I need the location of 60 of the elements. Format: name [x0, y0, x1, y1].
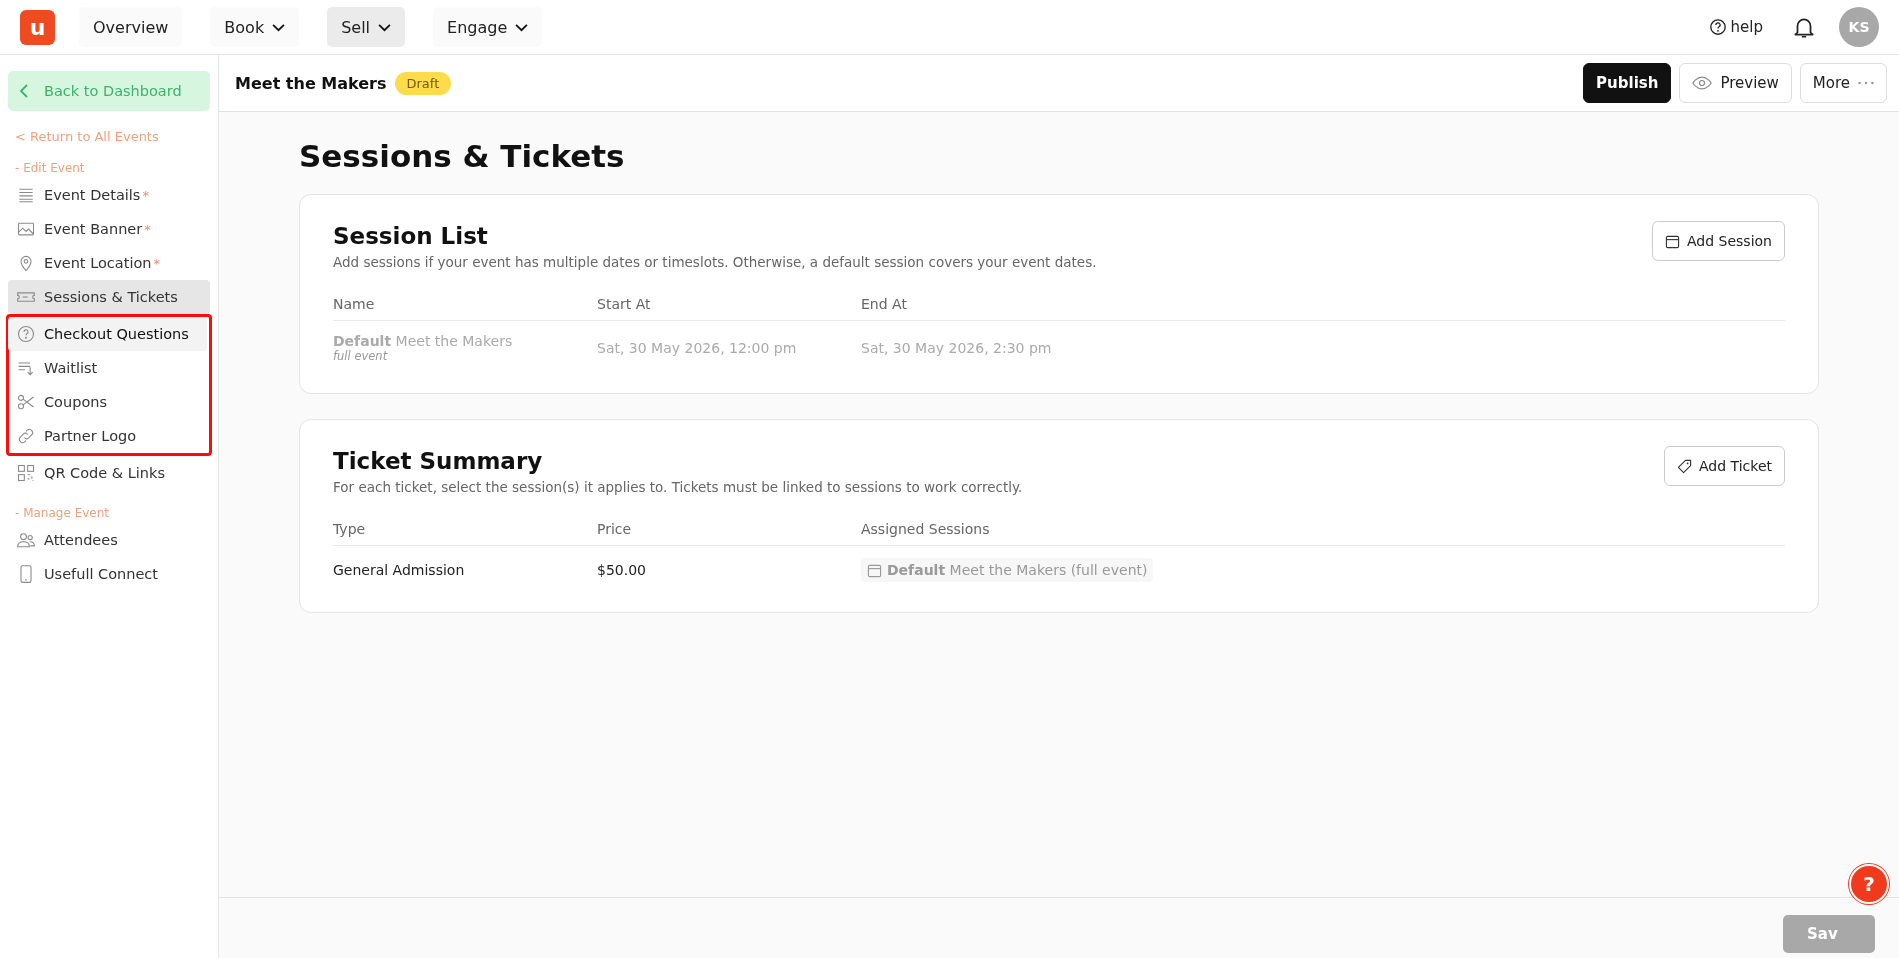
preview-button[interactable]: Preview	[1679, 63, 1792, 103]
column-header: Start At	[597, 296, 652, 312]
more-button[interactable]: More	[1799, 63, 1887, 103]
session-chip: Default Meet the Makers (full event)	[861, 558, 1154, 582]
status-badge: Draft	[394, 71, 452, 95]
calendar-icon	[1665, 233, 1680, 249]
section-label: - Edit Event	[15, 161, 86, 175]
publish-button[interactable]: Publish	[1583, 63, 1672, 103]
app-logo[interactable]: u	[20, 9, 55, 45]
column-header: End At	[861, 296, 908, 312]
section-label: - Manage Event	[15, 506, 110, 520]
session-note: full event	[333, 349, 388, 363]
sidebar-item[interactable]: Waitlist	[8, 351, 207, 385]
sidebar-item[interactable]: Event Banner*	[8, 212, 210, 246]
sidebar-item[interactable]: Sessions & Tickets	[8, 280, 210, 314]
required-mark: *	[153, 255, 160, 271]
add-session-button[interactable]: Add Session	[1652, 221, 1785, 261]
calendar-icon	[867, 562, 882, 578]
card-description: Add sessions if your event has multiple dates or timeslots. Otherwise, a default session covers your event dates.	[333, 254, 1097, 270]
help-link[interactable]: help	[1708, 18, 1763, 36]
sidebar-item[interactable]: Checkout Questions	[8, 317, 207, 351]
table-cell-text: $50.00	[597, 562, 647, 578]
nav-tab[interactable]: Book	[210, 7, 300, 47]
column-header: Price	[597, 521, 633, 537]
eye-icon	[1692, 76, 1713, 90]
card-description: For each ticket, select the session(s) it applies to. Tickets must be linked to sessions to work correctly.	[333, 479, 1023, 495]
add-ticket-button[interactable]: Add Ticket	[1664, 446, 1785, 486]
tag-icon	[1677, 458, 1692, 474]
table-cell-text: Sat, 30 May 2026, 12:00 pm	[597, 340, 798, 356]
required-mark: *	[142, 187, 149, 203]
column-header: Assigned Sessions	[861, 521, 991, 537]
more-icon	[1858, 81, 1874, 85]
sidebar-item[interactable]: Usefull Connect	[8, 557, 210, 591]
help-icon	[1708, 18, 1727, 36]
required-mark: *	[144, 221, 151, 237]
column-header: Type	[333, 521, 367, 537]
event-title: Meet the Makers	[235, 73, 387, 93]
nav-tab[interactable]: Engage	[433, 7, 543, 47]
column-header: Name	[333, 296, 376, 312]
people-icon	[16, 530, 36, 550]
nav-tab[interactable]: Sell	[327, 7, 406, 47]
chevron-left-icon	[20, 84, 28, 98]
scissors-icon	[16, 392, 36, 412]
link-icon	[16, 426, 36, 446]
help-button[interactable]: ?	[1849, 864, 1889, 904]
table-cell: Default Meet the Makers	[333, 333, 513, 349]
page-title: Sessions & Tickets	[299, 138, 626, 174]
card-title: Session List	[333, 223, 489, 249]
sidebar-item[interactable]: Event Details*	[8, 178, 210, 212]
card-title: Ticket Summary	[333, 448, 544, 474]
table-cell-text: General Admission	[333, 562, 466, 578]
table-cell-text: Sat, 30 May 2026, 2:30 pm	[861, 340, 1053, 356]
qr-icon	[16, 463, 36, 483]
sidebar-item[interactable]: Coupons	[8, 385, 207, 419]
sidebar-item[interactable]: Attendees	[8, 523, 210, 557]
sidebar-item[interactable]: Event Location*	[8, 246, 210, 280]
question-icon	[16, 324, 36, 344]
sidebar-item[interactable]: Partner Logo	[8, 419, 207, 453]
sidebar-item[interactable]: QR Code & Links	[8, 456, 210, 490]
nav-tab[interactable]: Overview	[79, 7, 183, 47]
